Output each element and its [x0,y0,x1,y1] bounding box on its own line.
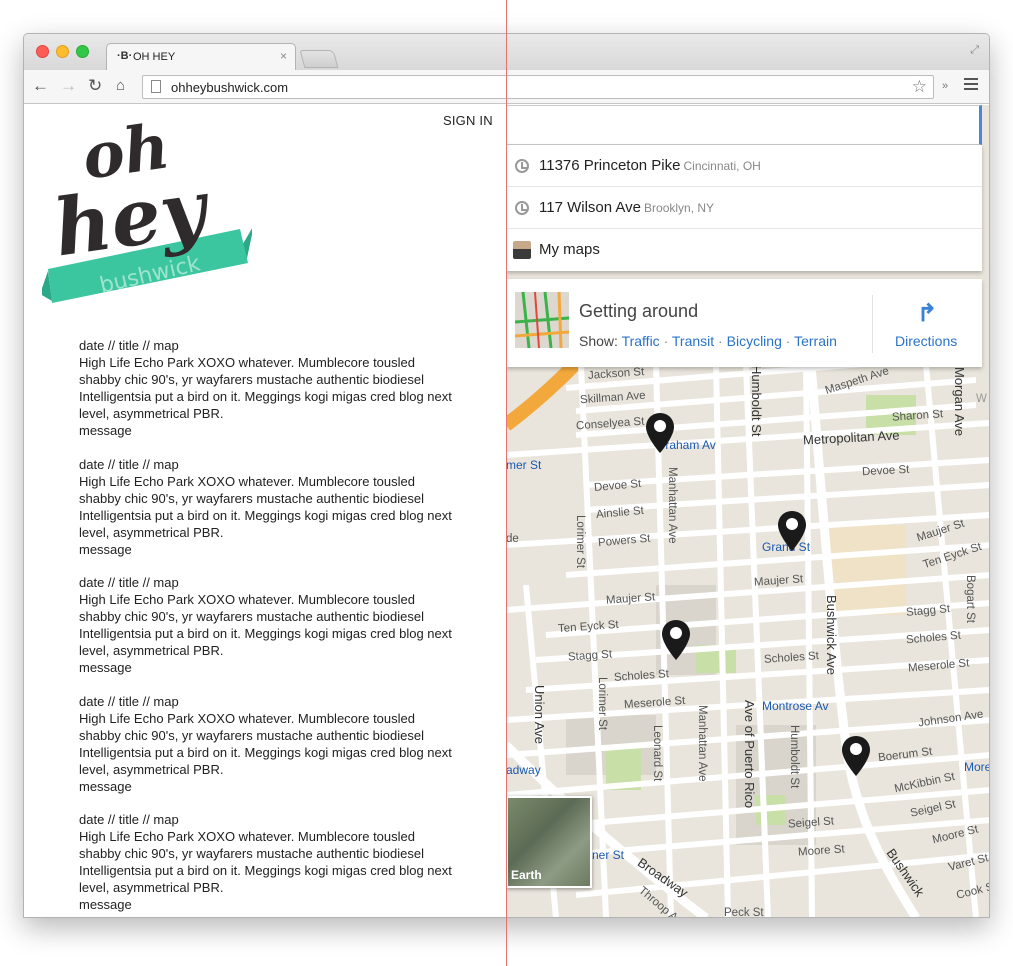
tab-title: OH HEY [133,51,176,63]
road-label: Devoe St [861,463,910,479]
suggestion-item[interactable]: 11376 Princeton Pike Cincinnati, OH [506,145,982,187]
getting-around-title: Getting around [579,301,699,321]
road-label: Ave of Puerto Rico [742,700,757,809]
road-label: Humboldt St [788,725,800,789]
road-label: Union Ave [532,685,547,745]
bicycling-link[interactable]: Bicycling [727,333,782,349]
map-pin-icon[interactable] [644,411,676,455]
map-search-input[interactable] [506,105,982,145]
station-label: Montrose Av [762,699,829,713]
forward-arrow-icon[interactable]: → [60,76,77,96]
suggestion-main: 11376 Princeton Pike [539,157,681,174]
post-body: High Life Echo Park XOXO whatever. Mumbl… [79,592,452,658]
suggestion-sub: Cincinnati, OH [683,159,761,173]
search-suggestions: 11376 Princeton Pike Cincinnati, OH 117 W… [506,145,982,271]
directions-link[interactable]: Directions [895,333,957,349]
earth-label: Earth [511,868,542,882]
suggestion-sub: Brooklyn, NY [644,201,715,215]
post-header[interactable]: date // title // map [79,337,459,354]
road-label: W [976,393,987,405]
clock-icon [515,159,529,173]
fullscreen-icon[interactable]: ⤢ [970,44,979,57]
guide-line [506,0,507,966]
post-item: date // title // map High Life Echo Park… [79,337,459,439]
post-message[interactable]: message [79,541,459,558]
address-bar[interactable]: ohheybushwick.com ☆ [142,75,934,99]
sign-in-link[interactable]: SIGN IN [443,113,493,128]
map-panel[interactable]: Jackson St Skillman Ave Conselyea St Gra… [506,105,989,918]
post-message[interactable]: message [79,422,459,439]
post-header[interactable]: date // title // map [79,574,459,591]
road-label: Manhattan Ave [666,467,678,544]
post-item: date // title // map High Life Echo Park… [79,456,459,558]
post-header[interactable]: date // title // map [79,811,459,828]
menu-icon[interactable] [964,78,978,93]
bookmark-star-icon[interactable]: ☆ [912,77,927,97]
post-body: High Life Echo Park XOXO whatever. Mumbl… [79,829,452,895]
map-pin-icon[interactable] [660,618,692,662]
post-item: date // title // map High Life Echo Park… [79,574,459,676]
station-label: adway [506,763,541,777]
post-item: date // title // map High Life Echo Park… [79,693,459,795]
road-label: Morgan Ave [952,367,967,437]
post-item: date // title // map High Life Echo Park… [79,811,459,913]
page-icon [151,80,161,93]
post-body: High Life Echo Park XOXO whatever. Mumbl… [79,710,452,777]
layer-links: Show: Traffic · Transit · Bicycling · Te… [579,333,837,349]
avatar [513,241,531,259]
directions-icon[interactable]: ↱ [917,299,937,328]
suggestion-item[interactable]: My maps [506,229,982,271]
road-label: Leonard St [651,725,663,782]
zoom-window-button[interactable] [76,45,89,58]
road-label: Lorimer St [574,515,586,569]
terrain-link[interactable]: Terrain [794,333,837,349]
station-label: ner St [592,848,625,862]
map-pin-icon[interactable] [840,734,872,778]
minimize-window-button[interactable] [56,45,69,58]
suggestion-main: 117 Wilson Ave [539,199,642,216]
road-label: Peck St [724,907,764,918]
post-message[interactable]: message [79,778,459,795]
home-icon[interactable]: ⌂ [116,76,125,96]
post-list: date // title // map High Life Echo Park… [79,337,459,917]
back-arrow-icon[interactable]: ← [32,76,49,96]
road-label: Manhattan Ave [696,705,708,782]
clock-icon [515,201,529,215]
transit-link[interactable]: Transit [672,333,714,349]
traffic-link[interactable]: Traffic [622,333,660,349]
getting-around-card: Getting around Show: Traffic · Transit ·… [506,279,982,367]
reload-icon[interactable]: ↻ [88,76,102,96]
post-body: High Life Echo Park XOXO whatever. Mumbl… [79,355,452,421]
station-label: mer St [506,458,542,472]
post-body: High Life Echo Park XOXO whatever. Mumbl… [79,473,452,540]
oh-hey-bushwick-logo[interactable]: bushwick oh hey [42,117,252,317]
tab-close-icon[interactable]: × [280,49,287,63]
earth-view-toggle[interactable]: Earth [506,796,592,888]
traffic-thumbnail-icon[interactable] [515,292,569,348]
suggestion-item[interactable]: 117 Wilson Ave Brooklyn, NY [506,187,982,229]
divider [872,295,873,353]
extensions-overflow-icon[interactable]: » [942,80,948,92]
new-tab-button[interactable] [299,50,339,68]
road-label: de [506,533,519,545]
close-window-button[interactable] [36,45,49,58]
post-header[interactable]: date // title // map [79,693,459,710]
road-label: Bushwick Ave [824,595,839,675]
suggestion-main: My maps [539,241,600,258]
tab-oh-hey[interactable]: ·B· OH HEY × [106,43,296,71]
post-message[interactable]: message [79,659,459,676]
url-text[interactable]: ohheybushwick.com [171,80,288,95]
road-label: Bogart St [964,575,976,623]
post-header[interactable]: date // title // map [79,456,459,473]
post-message[interactable]: message [79,896,459,913]
road-label: Lorimer St [596,677,608,731]
map-pin-icon[interactable] [776,509,808,553]
show-label: Show: [579,333,618,349]
road-label: Humboldt St [749,365,764,437]
site-favicon-icon: ·B· [117,50,133,62]
station-label: More [964,760,989,774]
